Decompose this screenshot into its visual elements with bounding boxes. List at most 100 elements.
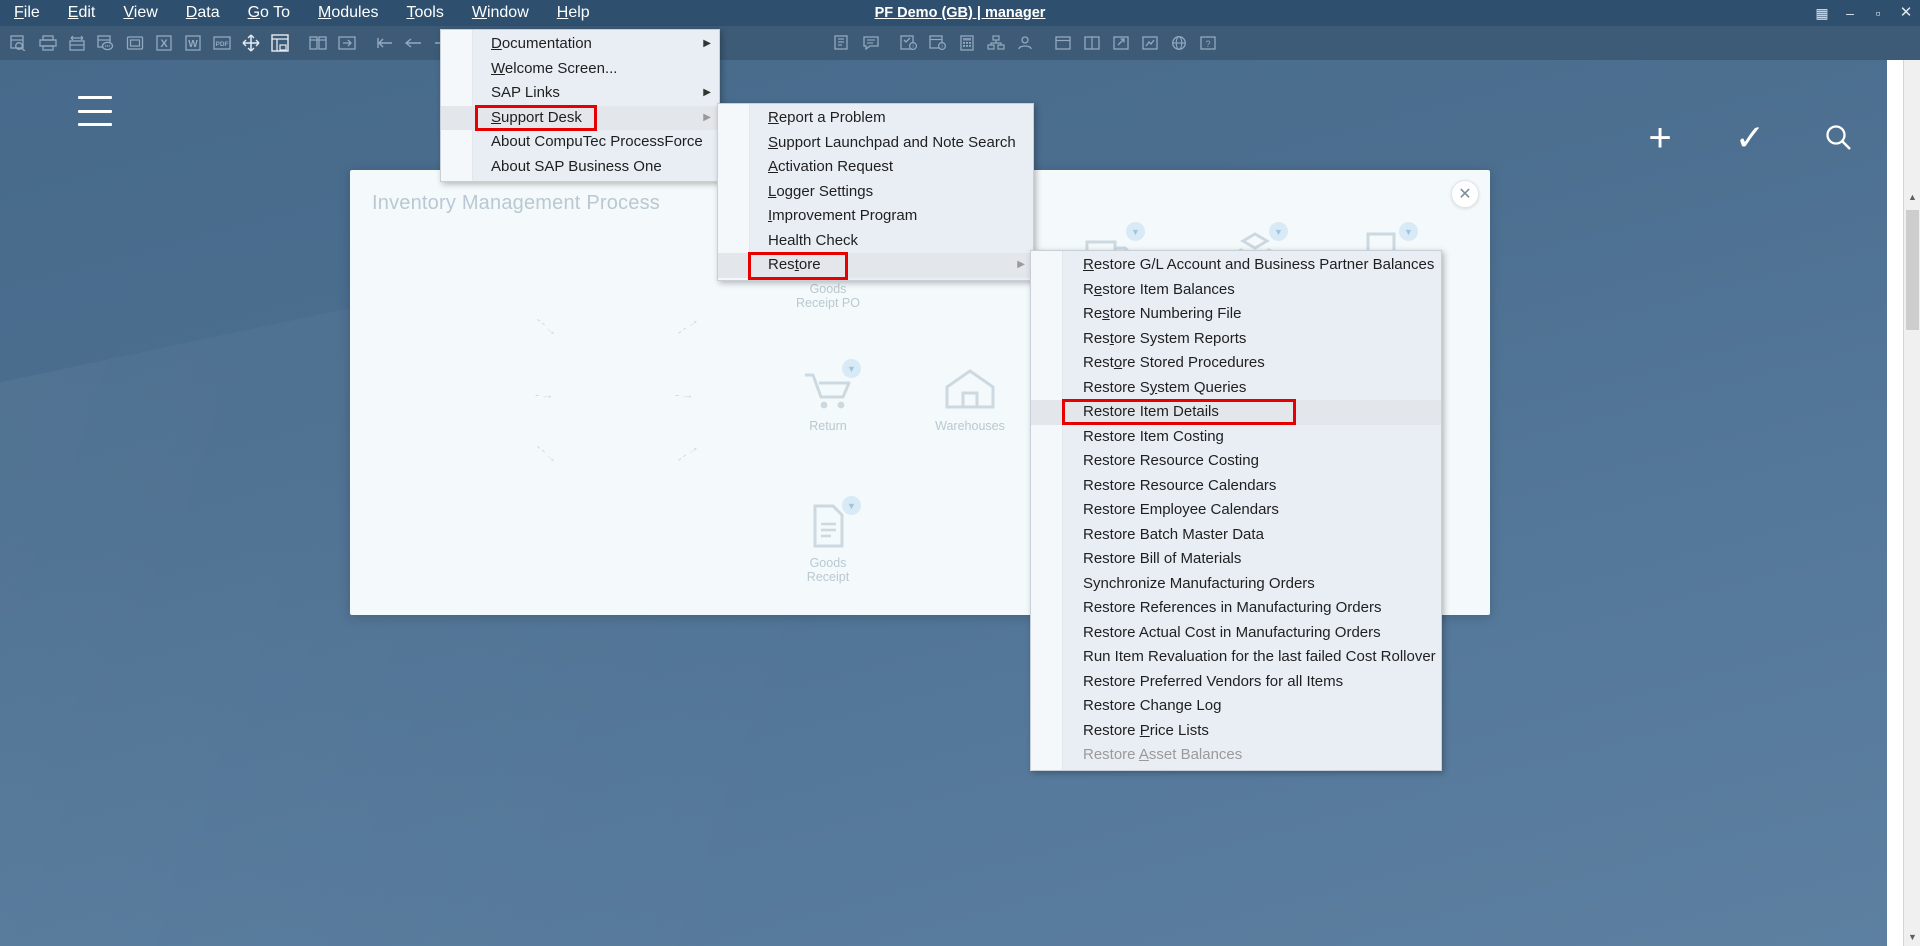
grid-view-icon[interactable]: ▦ xyxy=(1808,0,1836,26)
menu-item-restore-item-costing[interactable]: Restore Item Costing xyxy=(1031,425,1441,450)
menu-item-synchronize-manufacturing-orders[interactable]: Synchronize Manufacturing Orders xyxy=(1031,572,1441,597)
scroll-down-icon[interactable]: ▼ xyxy=(1904,929,1920,946)
connector-arrow: - - → xyxy=(533,312,561,339)
confirm-button[interactable]: ✓ xyxy=(1730,118,1770,158)
support-desk-submenu[interactable]: Report a Problem Support Launchpad and N… xyxy=(717,103,1034,281)
menu-item-welcome-screen[interactable]: Welcome Screen... xyxy=(441,57,719,82)
menu-item-restore-price-lists[interactable]: Restore Price Lists xyxy=(1031,719,1441,744)
add-button[interactable]: + xyxy=(1640,118,1680,158)
menu-item-restore-item-balances[interactable]: Restore Item Balances xyxy=(1031,278,1441,303)
toolbar-separator xyxy=(1039,31,1048,55)
menu-data[interactable]: Data xyxy=(172,0,234,26)
chevron-down-icon[interactable]: ▼ xyxy=(842,496,861,515)
menu-item-about-sap-business-one[interactable]: About SAP Business One xyxy=(441,155,719,180)
restore-submenu[interactable]: Restore G/L Account and Business Partner… xyxy=(1030,250,1442,771)
menu-edit[interactable]: Edit xyxy=(54,0,110,26)
menu-tools[interactable]: Tools xyxy=(392,0,457,26)
menu-item-restore-item-details[interactable]: Restore Item Details xyxy=(1031,400,1441,425)
scroll-up-icon[interactable]: ▲ xyxy=(1904,189,1920,206)
print-comments-icon[interactable] xyxy=(93,31,118,55)
notes-icon[interactable] xyxy=(829,31,854,55)
menu-item-restore-employee-calendars[interactable]: Restore Employee Calendars xyxy=(1031,498,1441,523)
help-icon[interactable]: ? xyxy=(1195,31,1220,55)
node-warehouses[interactable]: Warehouses xyxy=(910,365,1030,433)
close-button[interactable]: ✕ xyxy=(1892,0,1920,26)
menu-file[interactable]: File xyxy=(0,0,54,26)
menu-item-restore-resource-costing[interactable]: Restore Resource Costing xyxy=(1031,449,1441,474)
chevron-down-icon[interactable]: ▼ xyxy=(1269,222,1288,241)
menu-item-restore-bill-of-materials[interactable]: Restore Bill of Materials xyxy=(1031,547,1441,572)
menu-item-restore[interactable]: Restore▶ xyxy=(718,253,1033,278)
menu-item-restore-system-queries[interactable]: Restore System Queries xyxy=(1031,376,1441,401)
export-pdf-icon[interactable]: PDF xyxy=(209,31,234,55)
menu-modules[interactable]: Modules xyxy=(304,0,392,26)
menu-goto[interactable]: Go To xyxy=(234,0,304,26)
menu-item-restore-references-in-manufacturing-orders[interactable]: Restore References in Manufacturing Orde… xyxy=(1031,596,1441,621)
export-icon[interactable] xyxy=(122,31,147,55)
menu-item-restore-batch-master-data[interactable]: Restore Batch Master Data xyxy=(1031,523,1441,548)
menu-window[interactable]: Window xyxy=(458,0,543,26)
menu-view[interactable]: View xyxy=(109,0,171,26)
send-icon[interactable] xyxy=(334,31,359,55)
export-word-icon[interactable]: W xyxy=(180,31,205,55)
external-link-icon[interactable] xyxy=(1108,31,1133,55)
svg-text:?: ? xyxy=(1205,39,1210,49)
menu-item-restore-change-log[interactable]: Restore Change Log xyxy=(1031,694,1441,719)
maximize-button[interactable]: ▫ xyxy=(1864,0,1892,26)
card-close-button[interactable]: ✕ xyxy=(1451,180,1479,208)
menu-item-support-desk[interactable]: Support Desk▶ xyxy=(441,106,719,131)
calculator-icon[interactable] xyxy=(954,31,979,55)
menu-item-restore-resource-calendars[interactable]: Restore Resource Calendars xyxy=(1031,474,1441,499)
messages-icon[interactable] xyxy=(858,31,883,55)
layout-designer-icon[interactable] xyxy=(267,31,292,55)
user-defined-icon[interactable] xyxy=(1012,31,1037,55)
menu-item-restore-actual-cost-in-manufacturing-orders[interactable]: Restore Actual Cost in Manufacturing Ord… xyxy=(1031,621,1441,646)
minimize-button[interactable]: – xyxy=(1836,0,1864,26)
window-icon[interactable] xyxy=(1050,31,1075,55)
menu-item-support-launchpad[interactable]: Support Launchpad and Note Search xyxy=(718,131,1033,156)
find-record-icon[interactable] xyxy=(6,31,31,55)
menu-item-run-item-revaluation[interactable]: Run Item Revaluation for the last failed… xyxy=(1031,645,1441,670)
chevron-down-icon[interactable]: ▼ xyxy=(1399,222,1418,241)
chart-icon[interactable] xyxy=(1137,31,1162,55)
menu-item-restore-stored-procedures[interactable]: Restore Stored Procedures xyxy=(1031,351,1441,376)
move-icon[interactable] xyxy=(238,31,263,55)
alerts-icon[interactable]: i xyxy=(925,31,950,55)
menu-item-restore-system-reports[interactable]: Restore System Reports xyxy=(1031,327,1441,352)
menu-item-activation-request[interactable]: Activation Request xyxy=(718,155,1033,180)
chevron-down-icon[interactable]: ▼ xyxy=(842,359,861,378)
search-button[interactable] xyxy=(1818,122,1858,157)
export-excel-icon[interactable]: X xyxy=(151,31,176,55)
menu-item-restore-gl-account[interactable]: Restore G/L Account and Business Partner… xyxy=(1031,253,1441,278)
menu-help[interactable]: Help xyxy=(543,0,604,26)
menu-item-report-a-problem[interactable]: Report a Problem xyxy=(718,106,1033,131)
menu-item-logger-settings[interactable]: Logger Settings xyxy=(718,180,1033,205)
vertical-scrollbar[interactable]: ▲ ▼ xyxy=(1903,60,1920,946)
menu-item-restore-numbering-file[interactable]: Restore Numbering File xyxy=(1031,302,1441,327)
menu-item-sap-links[interactable]: SAP Links▶ xyxy=(441,81,719,106)
new-window-icon[interactable] xyxy=(1079,31,1104,55)
menu-item-restore-preferred-vendors[interactable]: Restore Preferred Vendors for all Items xyxy=(1031,670,1441,695)
node-goods-receipt[interactable]: ▼ GoodsReceipt xyxy=(768,502,888,584)
print-preview-icon[interactable] xyxy=(64,31,89,55)
menu-item-health-check[interactable]: Health Check xyxy=(718,229,1033,254)
help-dropdown-menu[interactable]: Documentation▶ Welcome Screen... SAP Lin… xyxy=(440,29,720,182)
org-chart-icon[interactable] xyxy=(983,31,1008,55)
first-record-icon[interactable] xyxy=(372,31,397,55)
scrollbar-thumb[interactable] xyxy=(1906,210,1919,330)
hamburger-menu-icon[interactable] xyxy=(78,96,112,126)
browser-icon[interactable] xyxy=(1166,31,1191,55)
print-icon[interactable] xyxy=(35,31,60,55)
chevron-down-icon[interactable]: ▼ xyxy=(1126,222,1145,241)
menu-item-about-processforce[interactable]: About CompuTec ProcessForce xyxy=(441,130,719,155)
previous-record-icon[interactable] xyxy=(401,31,426,55)
node-return[interactable]: ▼ Return xyxy=(768,365,888,433)
node-label: GoodsReceipt PO xyxy=(768,282,888,310)
node-label: Warehouses xyxy=(910,419,1030,433)
duplicate-icon[interactable] xyxy=(305,31,330,55)
submenu-arrow-icon: ▶ xyxy=(1017,253,1025,278)
card-title: Inventory Management Process xyxy=(372,192,660,215)
approval-icon[interactable]: i xyxy=(896,31,921,55)
menu-item-documentation[interactable]: Documentation▶ xyxy=(441,32,719,57)
menu-item-improvement-program[interactable]: Improvement Program xyxy=(718,204,1033,229)
